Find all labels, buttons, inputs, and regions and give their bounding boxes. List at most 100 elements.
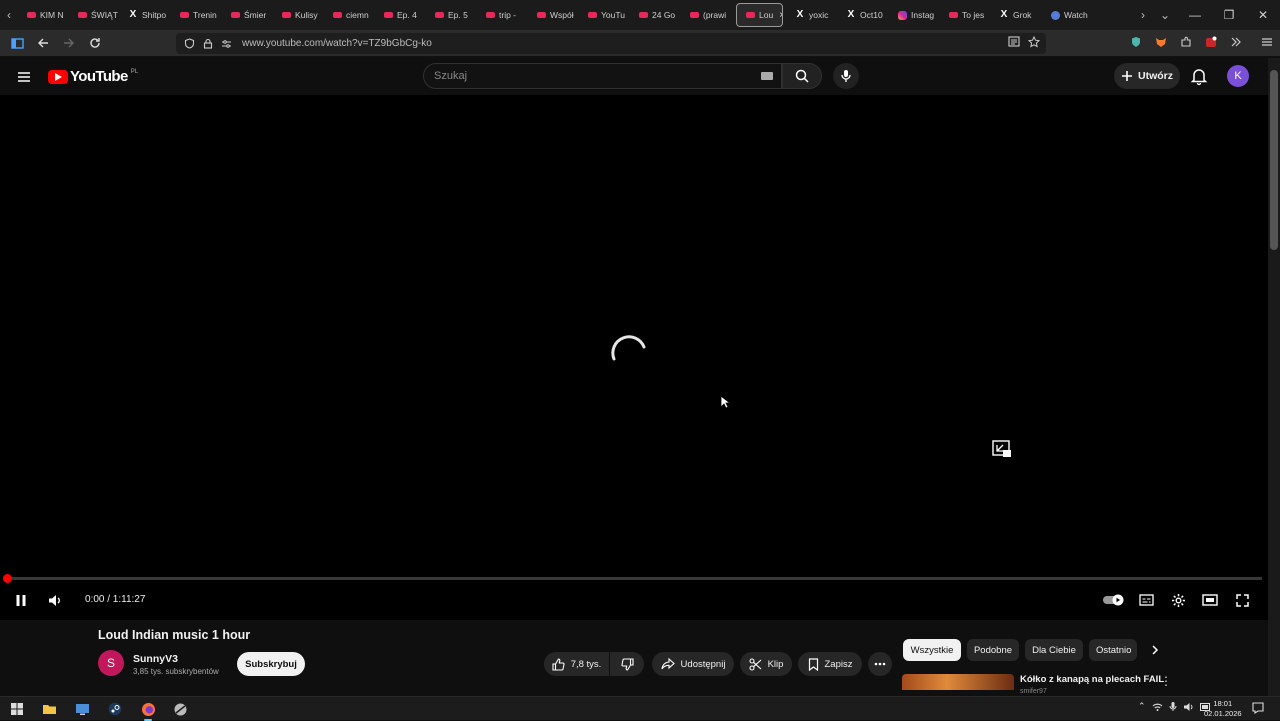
browser-tab[interactable]: Trenin: [171, 3, 222, 27]
like-button[interactable]: 7,8 tys.: [544, 652, 609, 676]
browser-tab-active[interactable]: Lou ×: [736, 3, 783, 27]
channel-avatar[interactable]: S: [98, 650, 124, 676]
address-bar[interactable]: www.youtube.com/watch?v=TZ9bGbCg-ko: [176, 33, 1046, 54]
browser-tab[interactable]: Współ: [528, 3, 579, 27]
browser-tab[interactable]: X Shitpo: [120, 3, 171, 27]
browser-tab[interactable]: ciemn: [324, 3, 375, 27]
volume-button[interactable]: [45, 590, 65, 610]
subtitles-button[interactable]: [1136, 590, 1156, 610]
video-player[interactable]: 0:00 / 1:11:27: [0, 95, 1268, 620]
bookmark-star-icon[interactable]: [1028, 36, 1040, 48]
tracking-protection-icon[interactable]: [184, 38, 195, 49]
site-permissions-icon[interactable]: [221, 39, 232, 49]
browser-tab[interactable]: X Oct10: [838, 3, 889, 27]
url-text: www.youtube.com/watch?v=TZ9bGbCg-ko: [242, 38, 432, 49]
lock-icon[interactable]: [203, 38, 213, 49]
browser-tab[interactable]: trip -: [477, 3, 528, 27]
settings-button[interactable]: [1168, 590, 1188, 610]
clip-button[interactable]: Klip: [740, 652, 792, 676]
app-taskbar-icon[interactable]: [171, 700, 189, 718]
reload-button[interactable]: [83, 31, 107, 55]
youtube-favicon-icon: [332, 10, 342, 20]
browser-tab[interactable]: Kulisy: [273, 3, 324, 27]
fox-extension-icon[interactable]: [1153, 34, 1169, 50]
chip-recent[interactable]: Ostatnio: [1089, 639, 1137, 661]
recommendation-title[interactable]: Kółko z kanapą na plecach FAIL: [1020, 674, 1164, 685]
volume-tray-icon[interactable]: [1183, 702, 1194, 712]
reader-view-icon[interactable]: [1008, 36, 1020, 48]
search-input[interactable]: Szukaj: [423, 63, 782, 89]
app-menu-icon[interactable]: [1259, 34, 1275, 50]
youtube-favicon-icon: [536, 10, 546, 20]
more-tools-chevron-icon[interactable]: [1228, 34, 1244, 50]
more-actions-button[interactable]: [868, 652, 892, 676]
browser-tab[interactable]: Śmier: [222, 3, 273, 27]
theater-mode-button[interactable]: [1200, 590, 1220, 610]
progress-scrubber[interactable]: [3, 574, 12, 583]
browser-tab[interactable]: Ep. 4: [375, 3, 426, 27]
youtube-favicon-icon: [587, 10, 597, 20]
autoplay-toggle[interactable]: [1103, 590, 1125, 610]
browser-tab[interactable]: (prawi: [681, 3, 732, 27]
browser-tab[interactable]: KIM N: [18, 3, 69, 27]
page-scrollbar[interactable]: [1268, 58, 1280, 696]
guide-menu-icon[interactable]: [14, 67, 34, 87]
forward-button[interactable]: [57, 31, 81, 55]
fullscreen-button[interactable]: [1232, 590, 1252, 610]
youtube-logo[interactable]: YouTube PL: [48, 68, 138, 85]
browser-tab[interactable]: 24 Go: [630, 3, 681, 27]
browser-tab[interactable]: Ep. 5: [426, 3, 477, 27]
chip-related[interactable]: Podobne: [967, 639, 1019, 661]
recommendation-channel[interactable]: smifer97: [1020, 688, 1047, 695]
extensions-puzzle-icon[interactable]: [1178, 34, 1194, 50]
sidebar-toggle-icon[interactable]: [5, 31, 29, 55]
vpn-extension-icon[interactable]: [1128, 34, 1144, 50]
tab-list-chevron-icon[interactable]: ⌄: [1152, 0, 1178, 30]
minimize-button[interactable]: —: [1178, 8, 1212, 22]
save-button[interactable]: Zapisz: [798, 652, 862, 676]
back-button[interactable]: [31, 31, 55, 55]
search-button[interactable]: [782, 63, 822, 89]
close-window-button[interactable]: ✕: [1246, 8, 1280, 22]
browser-tab[interactable]: Xyoxic: [787, 3, 838, 27]
chip-all[interactable]: Wszystkie: [903, 639, 961, 661]
scrollbar-thumb[interactable]: [1270, 70, 1278, 250]
firefox-icon[interactable]: [139, 700, 157, 721]
create-button[interactable]: Utwórz: [1114, 63, 1180, 89]
close-tab-icon[interactable]: ×: [779, 10, 782, 21]
network-icon[interactable]: [1152, 702, 1163, 712]
notification-center-icon[interactable]: [1252, 702, 1264, 714]
browser-tab[interactable]: Watch: [1042, 3, 1093, 27]
browser-tab[interactable]: ŚWIĄT: [69, 3, 120, 27]
chip-for-you[interactable]: Dla Ciebie: [1025, 639, 1083, 661]
red-extension-icon[interactable]: [1203, 34, 1219, 50]
microphone-tray-icon[interactable]: [1169, 701, 1177, 712]
recommendation-menu-icon[interactable]: ⋮: [1160, 674, 1172, 688]
pause-button[interactable]: [11, 590, 31, 610]
remote-desktop-icon[interactable]: [73, 700, 91, 718]
browser-tab[interactable]: Instag: [889, 3, 940, 27]
channel-name[interactable]: SunnyV3: [133, 653, 178, 665]
progress-bar[interactable]: [3, 574, 1262, 583]
keyboard-icon[interactable]: [761, 72, 773, 80]
tab-scroll-right-icon[interactable]: ›: [1134, 0, 1152, 30]
steam-icon[interactable]: [106, 700, 124, 718]
browser-tab[interactable]: To jes: [940, 3, 991, 27]
browser-tab[interactable]: YouTu: [579, 3, 630, 27]
file-explorer-icon[interactable]: [40, 700, 58, 718]
browser-tab[interactable]: X Grok: [991, 3, 1042, 27]
subscribe-button[interactable]: Subskrybuj: [237, 652, 305, 676]
tray-overflow-icon[interactable]: ⌃: [1138, 701, 1146, 712]
notifications-bell-icon[interactable]: [1189, 66, 1209, 86]
share-button[interactable]: Udostępnij: [652, 652, 734, 676]
restore-button[interactable]: ❐: [1212, 8, 1246, 22]
voice-search-button[interactable]: [833, 63, 859, 89]
tab-scroll-left-icon[interactable]: ‹: [0, 0, 18, 30]
dislike-button[interactable]: [610, 652, 644, 676]
account-avatar[interactable]: K: [1227, 65, 1249, 87]
windows-start-icon[interactable]: [8, 700, 26, 718]
chips-next-chevron-icon[interactable]: [1148, 643, 1162, 657]
taskbar-clock[interactable]: 18:01 02.01.2026: [1204, 699, 1242, 719]
recommendation-thumbnail[interactable]: [902, 674, 1014, 690]
miniplayer-icon[interactable]: [992, 440, 1012, 458]
